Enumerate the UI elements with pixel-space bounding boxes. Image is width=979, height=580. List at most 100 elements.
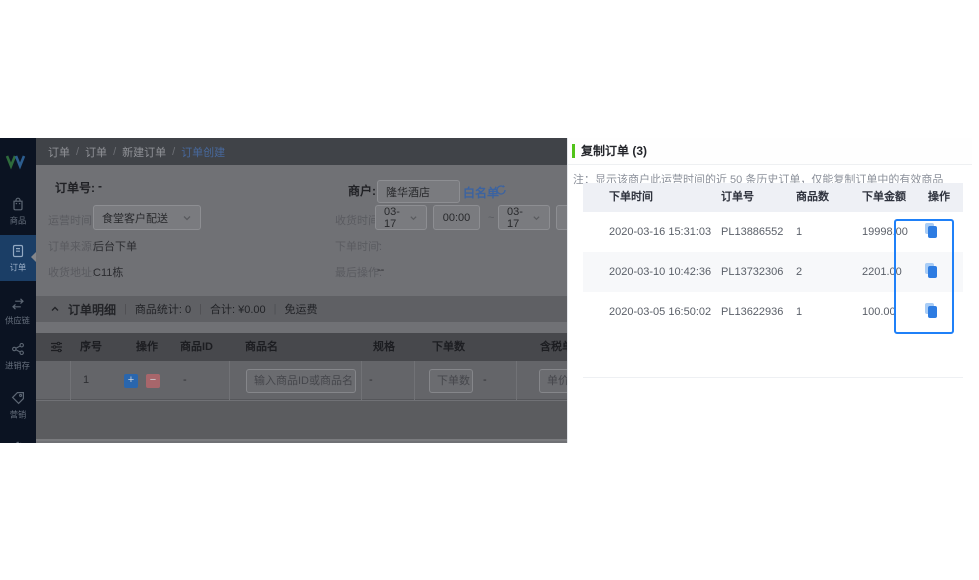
collapse-chevron-icon[interactable] bbox=[50, 304, 60, 314]
tag-icon bbox=[10, 390, 26, 406]
whitelist-link[interactable]: 白名单 bbox=[463, 184, 499, 201]
copy-panel-count: (3) bbox=[632, 144, 647, 158]
table-bottom-border bbox=[583, 335, 963, 378]
sidebar-item-settings[interactable] bbox=[0, 426, 36, 443]
order-time: 2020-03-16 15:31:03 bbox=[609, 212, 711, 252]
chevron-down-icon bbox=[409, 213, 418, 223]
merchant-input[interactable]: 隆华酒店 bbox=[377, 180, 460, 203]
copy-panel-header: 复制订单 (3) bbox=[568, 138, 972, 165]
sidebar-item-inventory[interactable]: 进销存 bbox=[0, 335, 36, 377]
col-header-product-name: 商品名 bbox=[245, 333, 278, 361]
column-separator bbox=[361, 361, 362, 400]
sidebar-item-marketing[interactable]: 营销 bbox=[0, 384, 36, 426]
share-icon bbox=[10, 341, 26, 357]
product-id-cell: - bbox=[183, 361, 187, 400]
op-time-value: 食堂客户配送 bbox=[102, 210, 168, 226]
chevron-down-icon bbox=[182, 213, 192, 223]
goods-stats: 商品统计: 0 bbox=[135, 301, 191, 317]
divider: | bbox=[199, 303, 202, 315]
col-header-order-no: 订单号 bbox=[721, 183, 754, 212]
order-time: 2020-03-05 16:50:02 bbox=[609, 292, 711, 332]
order-qty: 1 bbox=[796, 212, 802, 252]
address-label: 收货地址: bbox=[48, 264, 95, 280]
document-icon bbox=[10, 243, 26, 259]
col-header-ops: 操作 bbox=[928, 183, 950, 212]
order-qty: 1 bbox=[796, 292, 802, 332]
receive-date-from-select[interactable]: 03-17 bbox=[375, 205, 427, 230]
breadcrumb-separator: / bbox=[113, 146, 116, 158]
order-no-value: - bbox=[98, 179, 102, 193]
sidebar-item-label: 营销 bbox=[10, 408, 27, 420]
bag-icon bbox=[10, 196, 26, 212]
col-header-qty: 商品数 bbox=[796, 183, 829, 212]
qty-input[interactable]: 下单数 bbox=[429, 369, 473, 393]
add-row-button[interactable]: + bbox=[124, 374, 138, 388]
order-create-page-dimmed: 订单 / 订单 / 新建订单 / 订单创建 订单号: - 商户: 隆华酒店 白名… bbox=[36, 138, 567, 443]
detail-table-empty-area bbox=[36, 401, 567, 441]
product-name-input[interactable]: 输入商品ID或商品名 bbox=[246, 369, 356, 393]
address-value: C11栋 bbox=[93, 264, 123, 280]
order-time-label: 下单时间: bbox=[335, 238, 382, 254]
order-detail-title: 订单明细 bbox=[68, 301, 116, 318]
order-no: PL13732306 bbox=[721, 252, 783, 292]
merchant-value: 隆华酒店 bbox=[386, 184, 430, 200]
col-header-qty: 下单数 bbox=[432, 333, 465, 361]
range-separator: ~ bbox=[488, 212, 494, 224]
sidebar-item-label: 进销存 bbox=[6, 359, 31, 371]
col-header-time: 下单时间 bbox=[609, 183, 653, 212]
filter-icon[interactable] bbox=[50, 341, 63, 353]
shipping-badge: 免运费 bbox=[284, 301, 317, 317]
order-no: PL13886552 bbox=[721, 212, 783, 252]
qty-dash: - bbox=[483, 361, 487, 400]
detail-table-row: 1 + − - 输入商品ID或商品名 - 下单数 - 单价 bbox=[36, 361, 567, 400]
order-time-value: - bbox=[377, 238, 381, 250]
breadcrumb-item[interactable]: 新建订单 bbox=[122, 144, 166, 160]
refresh-icon[interactable] bbox=[495, 184, 507, 196]
receive-date-from: 03-17 bbox=[384, 206, 409, 230]
column-separator bbox=[516, 361, 517, 400]
receive-date-to-select[interactable]: 03-17 bbox=[498, 205, 550, 230]
order-time: 2020-03-10 10:42:36 bbox=[609, 252, 711, 292]
col-header-ops: 操作 bbox=[136, 333, 158, 361]
col-header-amount: 下单金额 bbox=[862, 183, 906, 212]
sidebar: 商品 订单 供应链 bbox=[0, 138, 36, 443]
ops-column-highlight-box bbox=[894, 219, 954, 334]
op-time-label: 运营时间: bbox=[48, 212, 95, 228]
history-table-header: 下单时间 订单号 商品数 下单金额 操作 bbox=[583, 183, 963, 212]
source-label: 订单来源: bbox=[48, 238, 95, 254]
receive-time-from-select[interactable]: 00:00 bbox=[433, 205, 480, 230]
app-window: 商品 订单 供应链 bbox=[0, 138, 972, 443]
merchant-label: 商户: bbox=[348, 182, 376, 199]
order-qty: 2 bbox=[796, 252, 802, 292]
divider: | bbox=[274, 303, 277, 315]
accent-bar bbox=[572, 144, 575, 158]
app-logo-icon bbox=[4, 150, 32, 172]
detail-table-header: 序号 操作 商品ID 商品名 规格 下单数 含税单价 bbox=[36, 333, 567, 361]
source-value: 后台下单 bbox=[93, 238, 137, 254]
order-detail-section-header: 订单明细 | 商品统计: 0 | 合计: ¥0.00 | 免运费 bbox=[36, 296, 567, 322]
column-separator bbox=[229, 361, 230, 400]
sidebar-item-goods[interactable]: 商品 bbox=[0, 190, 36, 232]
spec-cell: - bbox=[369, 361, 373, 400]
receive-time-to-select[interactable] bbox=[556, 205, 567, 230]
breadcrumb-separator: / bbox=[172, 146, 175, 158]
order-amount: 100.00 bbox=[862, 292, 896, 332]
op-time-select[interactable]: 食堂客户配送 bbox=[93, 205, 201, 230]
column-separator bbox=[414, 361, 415, 400]
copy-panel-title: 复制订单 (3) bbox=[581, 138, 647, 165]
price-input[interactable]: 单价 bbox=[539, 369, 567, 393]
sidebar-item-supply-chain[interactable]: 供应链 bbox=[0, 290, 36, 332]
remove-row-button[interactable]: − bbox=[146, 374, 160, 388]
breadcrumb-item[interactable]: 订单 bbox=[48, 144, 70, 160]
breadcrumb-item[interactable]: 订单 bbox=[85, 144, 107, 160]
col-header-spec: 规格 bbox=[373, 333, 395, 361]
chevron-down-icon bbox=[532, 213, 541, 223]
order-total: 合计: ¥0.00 bbox=[210, 301, 266, 317]
col-header-index: 序号 bbox=[80, 333, 102, 361]
order-no-label: 订单号: bbox=[55, 179, 95, 196]
row-index: 1 bbox=[83, 361, 89, 400]
page: 商品 订单 供应链 bbox=[0, 0, 979, 580]
breadcrumb-item-current: 订单创建 bbox=[181, 144, 225, 160]
breadcrumb-separator: / bbox=[76, 146, 79, 158]
sidebar-item-label: 供应链 bbox=[6, 314, 31, 326]
